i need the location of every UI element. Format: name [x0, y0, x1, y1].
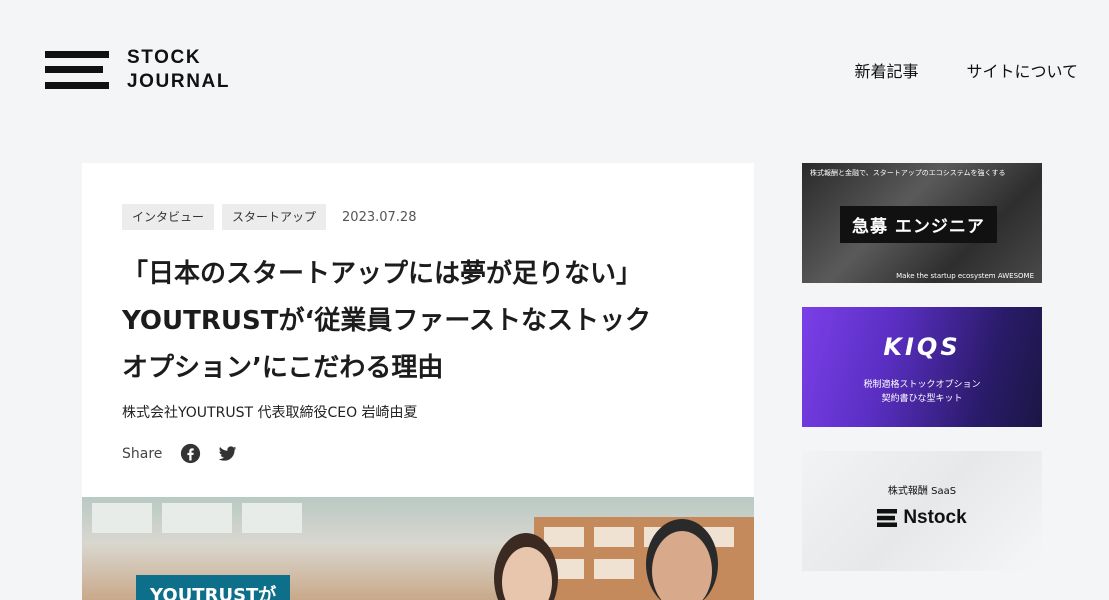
share-bar: Share [122, 443, 238, 464]
title-line: YOUTRUSTが‘従業員ファーストなストック [122, 306, 652, 336]
article-author: 株式会社YOUTRUST 代表取締役CEO 岩崎由夏 [122, 405, 418, 421]
banner-engineer-recruit[interactable]: 株式報酬と金融で、スタートアップのエコシステムを強くする 急募 エンジニア Ma… [802, 163, 1042, 283]
hero-window [242, 503, 302, 533]
article-date: 2023.07.28 [342, 209, 417, 225]
logo-mark-icon [45, 48, 109, 92]
nstock-mark-icon [877, 509, 898, 527]
twitter-icon[interactable] [217, 443, 238, 464]
tag-startup[interactable]: スタートアップ [222, 204, 327, 230]
article-title: 「日本のスタートアップには夢が足りない」 YOUTRUSTが‘従業員ファーストな… [122, 251, 722, 392]
banner-nstock-sub: 株式報酬 SaaS [887, 486, 957, 497]
banner-top-text: 株式報酬と金融で、スタートアップのエコシステムを強くする [810, 169, 1006, 177]
nav-new-articles[interactable]: 新着記事 [854, 58, 918, 82]
article-meta: インタビュー スタートアップ 2023.07.28 [122, 204, 416, 230]
hero-shelf [534, 517, 754, 600]
article-card: インタビュー スタートアップ 2023.07.28 「日本のスタートアップには夢… [82, 163, 754, 497]
nav-about[interactable]: サイトについて [966, 58, 1078, 82]
nstock-brand-text: Nstock [903, 507, 967, 528]
banner-kiqs[interactable]: KIQS 税制適格ストックオプション 契約書ひな型キット [802, 307, 1042, 427]
share-label: Share [122, 445, 163, 462]
site-logo[interactable]: STOCK JOURNAL [45, 46, 230, 94]
article-hero-image: YOUTRUSTが [82, 497, 754, 600]
hero-badge: YOUTRUSTが [136, 575, 291, 600]
kiqs-logo: KIQS [883, 333, 961, 361]
banner-kiqs-line2: 契約書ひな型キット [881, 394, 963, 404]
logo-text: STOCK JOURNAL [127, 46, 230, 94]
main-nav: 新着記事 サイトについて [854, 58, 1078, 82]
hero-window [162, 503, 232, 533]
banner-kiqs-line1: 税制適格ストックオプション [863, 380, 981, 390]
logo-line-2: JOURNAL [127, 71, 231, 92]
hero-window [92, 503, 152, 533]
banner-main-text: 急募 エンジニア [840, 206, 997, 243]
title-line: オプション’にこだわる理由 [122, 353, 444, 383]
tag-interview[interactable]: インタビュー [122, 204, 215, 230]
banner-bottom-text: Make the startup ecosystem AWESOME [896, 272, 1034, 280]
logo-line-1: STOCK [127, 47, 202, 68]
nstock-logo: Nstock [802, 507, 1042, 529]
title-line: 「日本のスタートアップには夢が足りない」 [122, 259, 643, 289]
banner-nstock[interactable]: 株式報酬 SaaS Nstock [802, 451, 1042, 571]
facebook-icon[interactable] [180, 443, 201, 464]
